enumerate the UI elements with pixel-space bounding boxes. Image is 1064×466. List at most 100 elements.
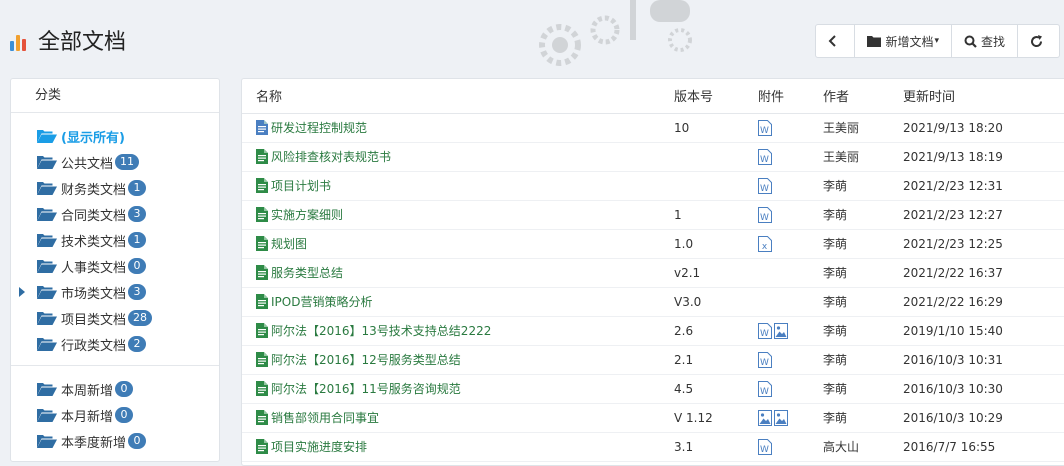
sidebar-item-this-week[interactable]: 本周新增 0: [11, 376, 219, 402]
document-link[interactable]: 阿尔法【2016】12号服务类型总结: [256, 351, 674, 368]
sidebar-item-project[interactable]: 项目类文档 28: [11, 305, 219, 331]
document-title: 实施方案细则: [271, 208, 344, 222]
column-header-name[interactable]: 名称: [242, 79, 674, 114]
folder-open-icon: [37, 260, 57, 273]
sidebar-item-label: 行政类文档: [61, 338, 127, 354]
attachment-icons: W: [758, 177, 823, 194]
table-row[interactable]: 阿尔法【2016】12号服务类型总结 2.1 W 李萌 2016/10/3 10:31: [242, 345, 1064, 375]
cell-author: 王美丽: [823, 142, 903, 172]
document-link[interactable]: 风险排查核对表规范书: [256, 148, 674, 165]
word-icon[interactable]: W: [758, 351, 772, 368]
cell-name: 阿尔法【2016】13号技术支持总结2222: [242, 316, 674, 346]
sidebar-item-label: 本周新增: [61, 383, 114, 399]
svg-text:W: W: [760, 358, 769, 368]
folder-open-icon: [37, 156, 57, 169]
document-link[interactable]: 项目计划书: [256, 177, 674, 194]
sidebar-item-finance[interactable]: 财务类文档 1: [11, 175, 219, 201]
word-icon[interactable]: W: [758, 206, 772, 223]
column-header-attachments[interactable]: 附件: [758, 79, 823, 114]
word-icon[interactable]: W: [758, 322, 772, 339]
cell-name: IPOD营销策略分析: [242, 287, 674, 317]
table-row[interactable]: 规划图 1.0 x 李萌 2021/2/23 12:25: [242, 229, 1064, 259]
word-icon[interactable]: W: [758, 148, 772, 165]
sidebar-header: 分类: [11, 79, 219, 113]
svg-text:W: W: [760, 329, 769, 339]
count-badge: 0: [115, 381, 134, 397]
doc-green-icon: [256, 236, 268, 251]
document-title: 阿尔法【2016】13号技术支持总结2222: [271, 324, 492, 338]
document-link[interactable]: 研发过程控制规范: [256, 119, 674, 136]
document-table: 名称 版本号 附件 作者 更新时间 研发过程控制规范 10 W 王美丽 2021/9/1…: [242, 79, 1064, 462]
cell-author: 李萌: [823, 200, 903, 230]
cell-updated: 2021/9/13 18:19: [903, 142, 1064, 172]
attachment-icons: W: [758, 438, 823, 455]
sidebar-item-this-quarter[interactable]: 本季度新增 0: [11, 428, 219, 454]
table-row[interactable]: 阿尔法【2016】11号服务咨询规范 4.5 W 李萌 2016/10/3 10:30: [242, 374, 1064, 404]
sidebar-item-hr[interactable]: 人事类文档 0: [11, 253, 219, 279]
new-document-label: 新增文档: [885, 34, 934, 49]
document-title: 项目计划书: [271, 179, 332, 193]
table-row[interactable]: 项目实施进度安排 3.1 W 高大山 2016/7/7 16:55: [242, 432, 1064, 462]
document-link[interactable]: 服务类型总结: [256, 264, 674, 281]
page-header: 全部文档: [10, 26, 127, 55]
attachment-icons: [758, 409, 823, 426]
table-row[interactable]: 研发过程控制规范 10 W 王美丽 2021/9/13 18:20: [242, 113, 1064, 143]
back-button[interactable]: [816, 25, 854, 57]
image-icon[interactable]: [758, 409, 772, 426]
sidebar-item-tech[interactable]: 技术类文档 1: [11, 227, 219, 253]
search-icon: [964, 35, 977, 48]
cell-attachments: W: [758, 316, 823, 346]
stats-icon: [10, 29, 30, 51]
sidebar-item-public[interactable]: 公共文档 11: [11, 149, 219, 175]
attachment-icons: W: [758, 119, 823, 136]
column-header-version[interactable]: 版本号: [674, 79, 758, 114]
document-link[interactable]: 阿尔法【2016】13号技术支持总结2222: [256, 322, 674, 339]
document-link[interactable]: IPOD营销策略分析: [256, 293, 674, 310]
sidebar-item-this-month[interactable]: 本月新增 0: [11, 402, 219, 428]
cell-name: 服务类型总结: [242, 258, 674, 288]
document-link[interactable]: 实施方案细则: [256, 206, 674, 223]
count-badge: 2: [128, 336, 147, 352]
image-icon[interactable]: [774, 409, 788, 426]
word-icon[interactable]: W: [758, 438, 772, 455]
excel-icon[interactable]: x: [758, 235, 772, 252]
cell-name: 销售部领用合同事宜: [242, 403, 674, 433]
document-link[interactable]: 阿尔法【2016】11号服务咨询规范: [256, 380, 674, 397]
sidebar-item-admin[interactable]: 行政类文档 2: [11, 331, 219, 357]
table-row[interactable]: 服务类型总结 v2.1 李萌 2021/2/22 16:37: [242, 258, 1064, 288]
table-row[interactable]: IPOD营销策略分析 V3.0 李萌 2021/2/22 16:29: [242, 287, 1064, 317]
sidebar-item-label: 本月新增: [61, 409, 114, 425]
sidebar-item-contract[interactable]: 合同类文档 3: [11, 201, 219, 227]
expand-caret-icon[interactable]: [19, 287, 25, 297]
word-icon[interactable]: W: [758, 380, 772, 397]
doc-green-icon: [256, 439, 268, 454]
table-row[interactable]: 销售部领用合同事宜 V 1.12 李萌 2016/10/3 10:29: [242, 403, 1064, 433]
new-document-button[interactable]: 新增文档 ▾: [854, 25, 951, 57]
document-link[interactable]: 规划图: [256, 235, 674, 252]
cell-name: 项目实施进度安排: [242, 432, 674, 462]
page-title: 全部文档: [38, 30, 127, 55]
column-header-updated[interactable]: 更新时间: [903, 79, 1064, 114]
cell-version: 2.1: [674, 345, 758, 375]
search-button[interactable]: 查找: [950, 25, 1017, 57]
sidebar-item-label: 本季度新增: [61, 435, 127, 451]
refresh-button[interactable]: [1017, 25, 1059, 57]
cell-name: 风险排查核对表规范书: [242, 142, 674, 172]
sidebar-item-all[interactable]: (显示所有): [11, 123, 219, 149]
cell-version: 1.0: [674, 229, 758, 259]
table-row[interactable]: 实施方案细则 1 W 李萌 2021/2/23 12:27: [242, 200, 1064, 230]
word-icon[interactable]: W: [758, 119, 772, 136]
document-link[interactable]: 项目实施进度安排: [256, 438, 674, 455]
count-badge: 3: [128, 284, 147, 300]
cell-version: 10: [674, 113, 758, 143]
gear-decoration: [539, 0, 692, 66]
table-row[interactable]: 项目计划书 W 李萌 2021/2/23 12:31: [242, 171, 1064, 201]
word-icon[interactable]: W: [758, 177, 772, 194]
image-icon[interactable]: [774, 322, 788, 339]
document-link[interactable]: 销售部领用合同事宜: [256, 409, 674, 426]
table-row[interactable]: 风险排查核对表规范书 W 王美丽 2021/9/13 18:19: [242, 142, 1064, 172]
sidebar-item-marketing[interactable]: 市场类文档 3: [11, 279, 219, 305]
cell-updated: 2016/10/3 10:29: [903, 403, 1064, 433]
column-header-author[interactable]: 作者: [823, 79, 903, 114]
table-row[interactable]: 阿尔法【2016】13号技术支持总结2222 2.6 W 李萌 2019/1/10 15…: [242, 316, 1064, 346]
